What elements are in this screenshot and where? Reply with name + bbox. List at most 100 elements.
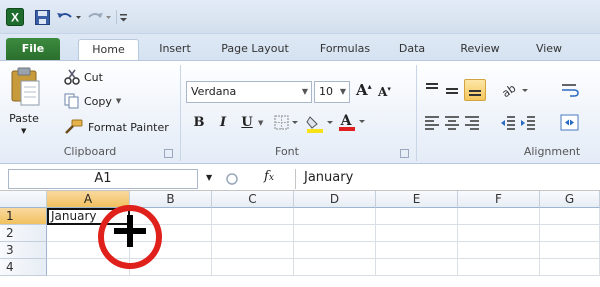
decrease-indent-icon[interactable] (500, 115, 516, 134)
ribbon: Paste ▼ Cut Copy ▼ Format Painter Clipbo… (0, 60, 600, 164)
grid-cell[interactable] (212, 225, 294, 242)
column-header-c[interactable]: C (212, 191, 294, 208)
merge-center-icon[interactable] (560, 113, 580, 136)
font-color-icon[interactable]: A (338, 111, 366, 136)
formula-input[interactable]: January (295, 169, 595, 189)
format-painter-button[interactable]: Format Painter (64, 119, 169, 135)
worksheet-grid: A B C D E F G 1 2 3 4 January (0, 191, 600, 287)
paintbrush-icon (65, 119, 83, 134)
align-middle-icon[interactable] (444, 81, 460, 102)
redo-icon[interactable] (86, 8, 112, 26)
italic-button[interactable]: I (214, 113, 232, 133)
name-box[interactable]: A1 (8, 169, 198, 189)
ribbon-tabs: File Home Insert Page Layout Formulas Da… (0, 34, 600, 60)
tab-home[interactable]: Home (78, 39, 139, 60)
row-header-4[interactable]: 4 (0, 259, 47, 276)
grid-cell[interactable] (540, 242, 600, 259)
group-separator (416, 65, 417, 161)
tab-insert[interactable]: Insert (150, 39, 200, 60)
paste-label: Paste (9, 112, 39, 125)
chevron-down-icon: ▼ (301, 87, 308, 96)
tab-file[interactable]: File (6, 38, 60, 60)
grow-font-icon[interactable]: A▴ (356, 81, 372, 99)
tab-formulas[interactable]: Formulas (312, 39, 378, 60)
increase-indent-icon[interactable] (520, 115, 536, 134)
insert-function-button[interactable]: fx (264, 169, 274, 184)
tab-view[interactable]: View (524, 39, 574, 60)
svg-text:A: A (340, 113, 353, 129)
cut-button[interactable]: Cut (64, 69, 103, 85)
borders-icon[interactable] (274, 115, 300, 134)
copy-label: Copy (84, 94, 112, 108)
grid-cell[interactable] (294, 225, 376, 242)
copy-icon (64, 93, 79, 109)
save-icon[interactable] (34, 8, 50, 26)
font-name-select[interactable]: Verdana ▼ (186, 81, 312, 103)
grid-cell[interactable] (212, 259, 294, 276)
column-header-e[interactable]: E (376, 191, 458, 208)
underline-button[interactable]: U (238, 113, 256, 133)
paste-button[interactable]: Paste ▼ (4, 65, 44, 139)
grid-cell[interactable] (458, 225, 540, 242)
grid-cell[interactable] (294, 242, 376, 259)
grid-cell[interactable] (376, 259, 458, 276)
alignment-group-label: Alignment (523, 145, 581, 158)
copy-button[interactable]: Copy ▼ (64, 93, 121, 109)
chevron-down-icon: ▼ (339, 87, 346, 96)
column-header-d[interactable]: D (294, 191, 376, 208)
row-header-2[interactable]: 2 (0, 225, 47, 242)
align-center-icon[interactable] (444, 115, 460, 134)
align-right-icon[interactable] (464, 115, 480, 134)
grid-cell[interactable] (458, 242, 540, 259)
excel-logo-icon: X (6, 8, 24, 26)
font-dialog-launcher[interactable] (400, 149, 409, 158)
align-bottom-icon[interactable] (464, 79, 486, 101)
align-left-icon[interactable] (424, 115, 440, 134)
chevron-down-icon[interactable]: ▼ (206, 173, 212, 182)
fill-color-icon[interactable] (306, 113, 334, 136)
grid-cell[interactable] (376, 225, 458, 242)
column-header-g[interactable]: G (540, 191, 600, 208)
group-separator (180, 65, 181, 161)
grid-cell[interactable] (294, 208, 376, 225)
font-group-label: Font (275, 145, 299, 158)
grid-cell[interactable] (376, 242, 458, 259)
wrap-text-icon[interactable] (560, 81, 580, 102)
bold-button[interactable]: B (190, 113, 208, 133)
shrink-font-icon[interactable]: A▾ (378, 84, 391, 99)
clipboard-group-label: Clipboard (63, 145, 117, 158)
tab-page-layout[interactable]: Page Layout (214, 39, 296, 60)
formula-bar: A1 ▼ fx January (0, 167, 600, 191)
undo-icon[interactable] (56, 8, 82, 26)
tab-review[interactable]: Review (452, 39, 508, 60)
svg-text:ab: ab (500, 82, 518, 99)
grid-cell[interactable] (540, 225, 600, 242)
cut-label: Cut (84, 70, 103, 84)
clipboard-dialog-launcher[interactable] (164, 149, 173, 158)
orientation-icon[interactable]: ab (500, 81, 530, 102)
font-size-value: 10 (319, 85, 333, 98)
chevron-down-icon[interactable]: ▼ (258, 119, 263, 127)
scissors-icon (64, 69, 80, 85)
row-header-3[interactable]: 3 (0, 242, 47, 259)
customize-qat-icon[interactable] (116, 8, 128, 26)
grid-cell[interactable] (294, 259, 376, 276)
grid-cell[interactable] (458, 208, 540, 225)
align-top-icon[interactable] (424, 81, 440, 102)
tab-data[interactable]: Data (390, 39, 434, 60)
grid-cell[interactable] (540, 208, 600, 225)
grid-cell[interactable] (376, 208, 458, 225)
grid-cell[interactable] (212, 208, 294, 225)
grid-cell[interactable] (458, 259, 540, 276)
row-header-1[interactable]: 1 (0, 208, 47, 225)
select-all-corner[interactable] (0, 191, 47, 208)
font-size-select[interactable]: 10 ▼ (314, 81, 350, 103)
grid-cell[interactable] (540, 259, 600, 276)
grid-cell[interactable] (212, 242, 294, 259)
highlight-circle (98, 205, 162, 269)
column-header-f[interactable]: F (458, 191, 540, 208)
svg-text:X: X (11, 11, 19, 25)
formula-bar-resize-icon[interactable] (224, 171, 240, 190)
format-painter-label: Format Painter (88, 120, 169, 134)
font-name-value: Verdana (191, 85, 237, 98)
